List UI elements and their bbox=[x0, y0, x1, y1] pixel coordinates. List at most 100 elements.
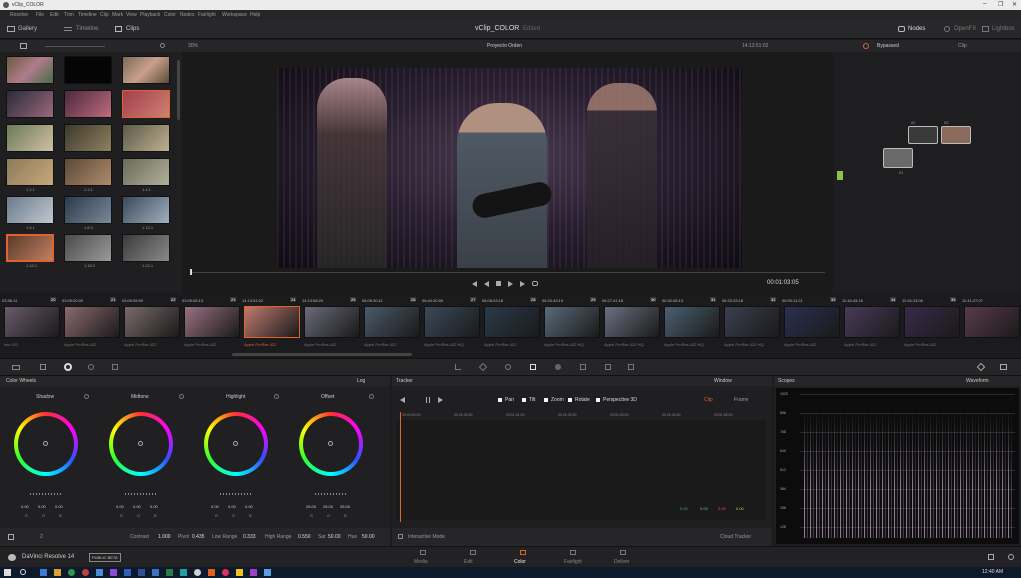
color-wheel[interactable] bbox=[204, 412, 268, 476]
gallery-still[interactable] bbox=[122, 196, 170, 224]
openfx-button[interactable]: OpenFX bbox=[954, 26, 976, 32]
gallery-still[interactable] bbox=[6, 124, 54, 152]
page-tab-icon[interactable] bbox=[470, 550, 476, 555]
timeline-clip[interactable] bbox=[484, 306, 540, 338]
stills-icon[interactable] bbox=[20, 43, 27, 49]
keyframes-icon[interactable] bbox=[976, 362, 986, 372]
wheel-value[interactable]: 0.00 bbox=[116, 504, 124, 509]
qualifier-icon[interactable] bbox=[478, 362, 488, 372]
scopes-icon[interactable] bbox=[1000, 364, 1007, 370]
wheel-reset-icon[interactable] bbox=[274, 394, 279, 399]
tracker-playhead[interactable] bbox=[400, 412, 401, 522]
search-icon[interactable] bbox=[20, 569, 26, 575]
timeline-clip[interactable] bbox=[424, 306, 480, 338]
wheel-value[interactable]: 0.00 bbox=[133, 504, 141, 509]
taskbar-app-icon[interactable] bbox=[138, 569, 145, 576]
motion-effects-icon[interactable] bbox=[112, 364, 118, 370]
timeline-clip[interactable] bbox=[964, 306, 1020, 338]
high-range-value[interactable]: 0.550 bbox=[298, 534, 311, 540]
menu-fairlight[interactable]: Fairlight bbox=[198, 12, 216, 18]
blur-icon[interactable] bbox=[555, 364, 561, 370]
menu-trim[interactable]: Trim bbox=[64, 12, 74, 18]
gallery-still[interactable] bbox=[6, 196, 54, 224]
gallery-scrollbar[interactable] bbox=[177, 60, 180, 120]
page-tab-icon[interactable] bbox=[520, 550, 526, 555]
3d-icon[interactable] bbox=[628, 364, 634, 370]
wheel-master-slider[interactable] bbox=[220, 493, 252, 495]
wheel-reset-icon[interactable] bbox=[84, 394, 89, 399]
key-icon[interactable] bbox=[580, 364, 586, 370]
page-tab-icon[interactable] bbox=[620, 550, 626, 555]
timeline-select[interactable]: Proyecto Orden bbox=[487, 43, 522, 49]
wheel-value[interactable]: 0.00 bbox=[38, 504, 46, 509]
taskbar-app-icon[interactable] bbox=[124, 569, 131, 576]
wheel-center-dot[interactable] bbox=[233, 441, 238, 446]
taskbar-app-icon[interactable] bbox=[96, 569, 103, 576]
timeline-clip[interactable] bbox=[364, 306, 420, 338]
curves-icon[interactable] bbox=[455, 364, 461, 370]
start-icon[interactable] bbox=[4, 569, 11, 576]
menu-nodes[interactable]: Nodes bbox=[180, 12, 194, 18]
lightbox-button[interactable]: Lightbox bbox=[992, 26, 1015, 32]
menu-edit[interactable]: Edit bbox=[50, 12, 59, 18]
maximize-button[interactable]: ❐ bbox=[998, 1, 1003, 8]
window-icon[interactable] bbox=[505, 364, 511, 370]
tracker-option-checkbox[interactable] bbox=[522, 398, 526, 402]
page-tab-edit[interactable]: Edit bbox=[464, 559, 473, 565]
taskbar-app-icon[interactable] bbox=[110, 569, 117, 576]
wheel-master-slider[interactable] bbox=[315, 493, 347, 495]
viewer-scrubber[interactable] bbox=[190, 272, 825, 273]
skip-end-icon[interactable] bbox=[520, 281, 525, 287]
gallery-still[interactable] bbox=[64, 196, 112, 224]
wheel-center-dot[interactable] bbox=[138, 441, 143, 446]
taskbar-app-icon[interactable] bbox=[166, 569, 173, 576]
wheel-reset-icon[interactable] bbox=[179, 394, 184, 399]
tracker-clip-tab[interactable]: Clip bbox=[704, 397, 713, 403]
color-node[interactable] bbox=[908, 126, 938, 144]
play-reverse-icon[interactable] bbox=[484, 281, 489, 287]
menu-color[interactable]: Color bbox=[164, 12, 176, 18]
timeline-clip[interactable] bbox=[844, 306, 900, 338]
color-node[interactable] bbox=[941, 126, 971, 144]
low-range-value[interactable]: 0.333 bbox=[243, 534, 256, 540]
timeline-clip[interactable] bbox=[544, 306, 600, 338]
tracker-frame-tab[interactable]: Frame bbox=[734, 397, 748, 403]
loop-icon[interactable] bbox=[532, 281, 538, 286]
color-node[interactable] bbox=[883, 148, 913, 168]
clip-mode-select[interactable]: Clip bbox=[958, 43, 967, 49]
playhead-icon[interactable] bbox=[190, 269, 192, 275]
sat-value[interactable]: 50.00 bbox=[328, 534, 341, 540]
menu-timeline[interactable]: Timeline bbox=[78, 12, 97, 18]
gallery-still[interactable] bbox=[6, 90, 54, 118]
clips-button[interactable]: Clips bbox=[126, 26, 139, 32]
wheel-value[interactable]: 0.00 bbox=[21, 504, 29, 509]
wheel-value[interactable]: 25.00 bbox=[323, 504, 333, 509]
rgb-mixer-icon[interactable] bbox=[88, 364, 94, 370]
gallery-still[interactable] bbox=[6, 56, 54, 84]
wheel-value[interactable]: 0.00 bbox=[228, 504, 236, 509]
viewer-image[interactable] bbox=[277, 68, 742, 268]
gallery-still[interactable] bbox=[64, 56, 112, 84]
track-pause-icon[interactable] bbox=[426, 397, 430, 403]
wheel-value[interactable]: 0.00 bbox=[150, 504, 158, 509]
taskbar-app-icon[interactable] bbox=[222, 569, 229, 576]
track-forward-icon[interactable] bbox=[438, 397, 443, 403]
play-icon[interactable] bbox=[508, 281, 513, 287]
gallery-still[interactable] bbox=[64, 124, 112, 152]
menu-mark[interactable]: Mark bbox=[112, 12, 123, 18]
tracker-graph[interactable] bbox=[396, 420, 766, 520]
gallery-still[interactable] bbox=[122, 124, 170, 152]
camera-raw-icon[interactable] bbox=[12, 365, 20, 370]
gallery-still[interactable] bbox=[122, 56, 170, 84]
timeline-clip[interactable] bbox=[724, 306, 780, 338]
menu-resolve[interactable]: Resolve bbox=[10, 12, 28, 18]
timeline-button[interactable]: Timeline bbox=[76, 26, 98, 32]
taskbar-app-icon[interactable] bbox=[208, 569, 215, 576]
cloud-tracker-select[interactable]: Cloud Tracker bbox=[720, 534, 751, 540]
taskbar-app-icon[interactable] bbox=[194, 569, 201, 576]
color-wheels-icon[interactable] bbox=[64, 363, 72, 371]
auto-balance-icon[interactable] bbox=[8, 534, 14, 540]
page-tab-icon[interactable] bbox=[570, 550, 576, 555]
interactive-mode-checkbox[interactable] bbox=[398, 534, 403, 539]
menu-file[interactable]: File bbox=[36, 12, 44, 18]
